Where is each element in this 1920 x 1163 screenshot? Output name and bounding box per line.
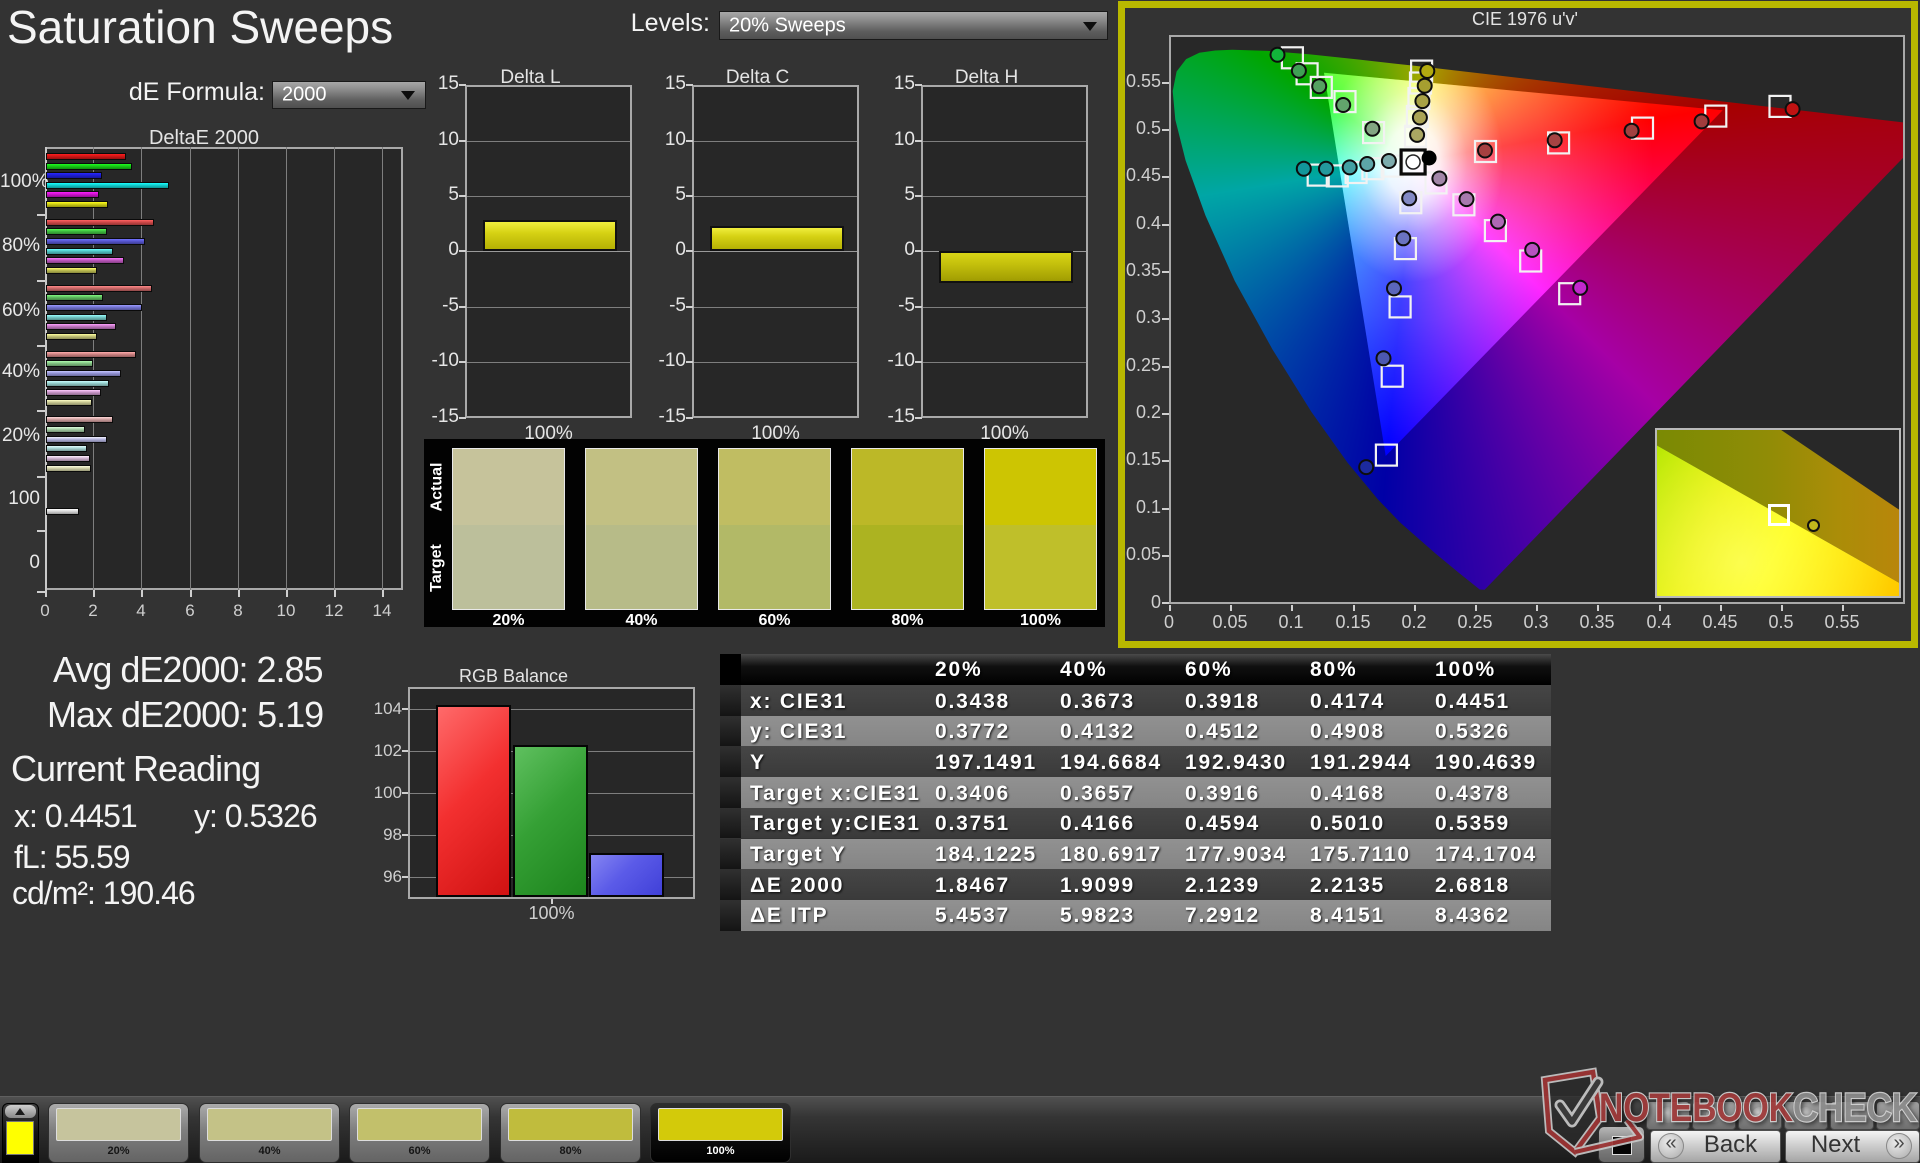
svg-text:CHECK: CHECK [1793, 1086, 1917, 1130]
svg-text:NOTEBOOK: NOTEBOOK [1599, 1086, 1793, 1130]
